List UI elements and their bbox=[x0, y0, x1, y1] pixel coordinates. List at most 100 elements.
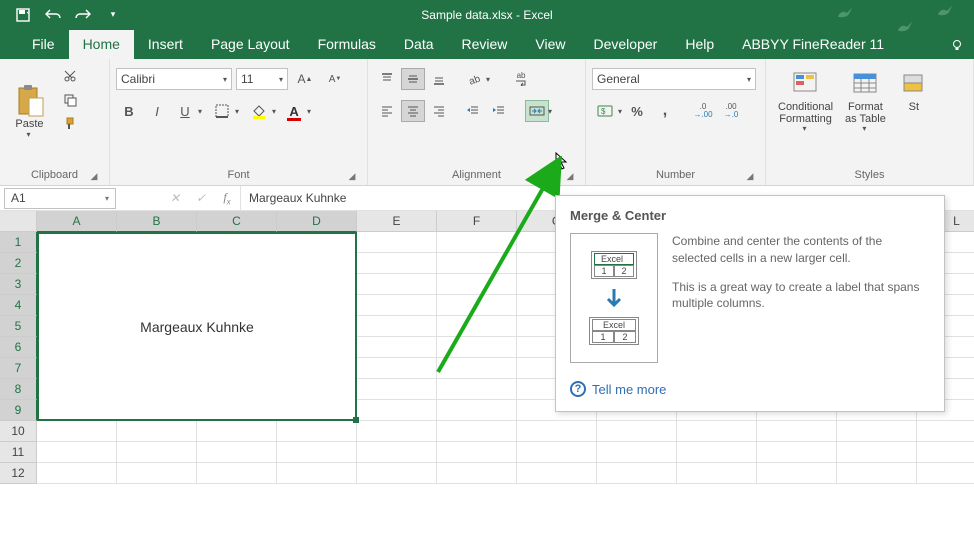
align-bottom-button[interactable] bbox=[427, 68, 451, 90]
tab-abbyy[interactable]: ABBYY FineReader 11 bbox=[728, 30, 898, 59]
clipboard-launcher[interactable]: ◢ bbox=[87, 169, 101, 183]
percent-button[interactable]: % bbox=[625, 100, 649, 122]
cell[interactable] bbox=[757, 442, 837, 463]
cell[interactable] bbox=[357, 379, 437, 400]
alignment-launcher[interactable]: ◢ bbox=[563, 169, 577, 183]
row-header[interactable]: 6 bbox=[0, 337, 37, 358]
tab-review[interactable]: Review bbox=[448, 30, 522, 59]
cell[interactable] bbox=[37, 442, 117, 463]
column-header[interactable]: B bbox=[117, 211, 197, 232]
tab-file[interactable]: File bbox=[18, 30, 69, 59]
row-header[interactable]: 4 bbox=[0, 295, 37, 316]
column-header[interactable]: D bbox=[277, 211, 357, 232]
qat-customize-button[interactable]: ▾ bbox=[98, 0, 128, 29]
cell[interactable] bbox=[357, 421, 437, 442]
decrease-decimal-button[interactable]: .00→.0 bbox=[719, 100, 743, 122]
font-size-combo[interactable]: 11▾ bbox=[236, 68, 288, 90]
cell[interactable] bbox=[357, 358, 437, 379]
cell[interactable] bbox=[197, 463, 277, 484]
increase-font-button[interactable]: A▲ bbox=[293, 68, 317, 90]
tab-help[interactable]: Help bbox=[671, 30, 728, 59]
tab-view[interactable]: View bbox=[521, 30, 579, 59]
enter-formula-button[interactable]: ✓ bbox=[188, 188, 214, 209]
cell[interactable] bbox=[357, 337, 437, 358]
underline-button[interactable]: U bbox=[173, 100, 197, 122]
row-header[interactable]: 9 bbox=[0, 400, 37, 421]
align-center-button[interactable] bbox=[401, 100, 425, 122]
cell[interactable] bbox=[357, 295, 437, 316]
decrease-indent-button[interactable] bbox=[461, 100, 485, 122]
tab-insert[interactable]: Insert bbox=[134, 30, 197, 59]
cut-button[interactable] bbox=[58, 65, 82, 87]
chevron-down-icon[interactable]: ▾ bbox=[548, 107, 552, 116]
cell[interactable] bbox=[597, 421, 677, 442]
tab-data[interactable]: Data bbox=[390, 30, 448, 59]
format-as-table-button[interactable]: Formatas Table▾ bbox=[839, 65, 892, 165]
merge-center-button[interactable] bbox=[525, 100, 549, 122]
cell[interactable] bbox=[437, 421, 517, 442]
cell[interactable] bbox=[437, 253, 517, 274]
column-header[interactable]: E bbox=[357, 211, 437, 232]
conditional-formatting-button[interactable]: ConditionalFormatting▾ bbox=[772, 65, 839, 165]
cell[interactable] bbox=[277, 442, 357, 463]
cell[interactable] bbox=[37, 421, 117, 442]
cell[interactable] bbox=[197, 421, 277, 442]
align-right-button[interactable] bbox=[427, 100, 451, 122]
bold-button[interactable]: B bbox=[117, 100, 141, 122]
cell[interactable] bbox=[597, 442, 677, 463]
cell[interactable] bbox=[437, 379, 517, 400]
column-header[interactable]: A bbox=[37, 211, 117, 232]
row-header[interactable]: 2 bbox=[0, 253, 37, 274]
cell[interactable] bbox=[117, 442, 197, 463]
cell[interactable] bbox=[757, 463, 837, 484]
cell-styles-button[interactable]: St bbox=[892, 65, 930, 165]
cell[interactable] bbox=[437, 358, 517, 379]
increase-indent-button[interactable] bbox=[487, 100, 511, 122]
cell[interactable] bbox=[677, 463, 757, 484]
column-header[interactable]: C bbox=[197, 211, 277, 232]
cell[interactable] bbox=[277, 421, 357, 442]
row-header[interactable]: 11 bbox=[0, 442, 37, 463]
tab-developer[interactable]: Developer bbox=[580, 30, 672, 59]
tell-me-more-link[interactable]: ? Tell me more bbox=[570, 381, 930, 397]
cell[interactable] bbox=[437, 337, 517, 358]
border-button[interactable] bbox=[210, 100, 234, 122]
row-header[interactable]: 8 bbox=[0, 379, 37, 400]
wrap-text-button[interactable]: ab bbox=[509, 68, 533, 90]
cell[interactable] bbox=[837, 442, 917, 463]
cancel-formula-button[interactable]: ✕ bbox=[162, 188, 188, 209]
cell[interactable] bbox=[357, 274, 437, 295]
fill-color-button[interactable] bbox=[247, 100, 271, 122]
cell[interactable] bbox=[357, 400, 437, 421]
cell[interactable] bbox=[437, 295, 517, 316]
align-middle-button[interactable] bbox=[401, 68, 425, 90]
cell[interactable] bbox=[437, 316, 517, 337]
cell[interactable] bbox=[757, 421, 837, 442]
decrease-font-button[interactable]: A▼ bbox=[323, 68, 347, 90]
tab-home[interactable]: Home bbox=[69, 30, 134, 59]
cell[interactable] bbox=[917, 421, 974, 442]
tab-page-layout[interactable]: Page Layout bbox=[197, 30, 304, 59]
italic-button[interactable]: I bbox=[145, 100, 169, 122]
number-format-combo[interactable]: General▾ bbox=[592, 68, 756, 90]
save-button[interactable] bbox=[8, 0, 38, 29]
font-name-combo[interactable]: Calibri▾ bbox=[116, 68, 232, 90]
tell-me-search[interactable] bbox=[940, 39, 974, 59]
column-header[interactable]: F bbox=[437, 211, 517, 232]
cell[interactable] bbox=[437, 274, 517, 295]
cell[interactable] bbox=[837, 463, 917, 484]
row-header[interactable]: 5 bbox=[0, 316, 37, 337]
cell[interactable] bbox=[37, 463, 117, 484]
accounting-format-button[interactable]: $ bbox=[593, 100, 617, 122]
row-header[interactable]: 10 bbox=[0, 421, 37, 442]
cell[interactable] bbox=[357, 316, 437, 337]
cell[interactable] bbox=[517, 442, 597, 463]
increase-decimal-button[interactable]: .0→.00 bbox=[691, 100, 715, 122]
cell[interactable] bbox=[677, 421, 757, 442]
row-header[interactable]: 3 bbox=[0, 274, 37, 295]
format-painter-button[interactable] bbox=[58, 113, 82, 135]
tab-formulas[interactable]: Formulas bbox=[304, 30, 390, 59]
name-box[interactable]: A1 ▾ bbox=[4, 188, 116, 209]
align-left-button[interactable] bbox=[375, 100, 399, 122]
cell[interactable] bbox=[357, 253, 437, 274]
